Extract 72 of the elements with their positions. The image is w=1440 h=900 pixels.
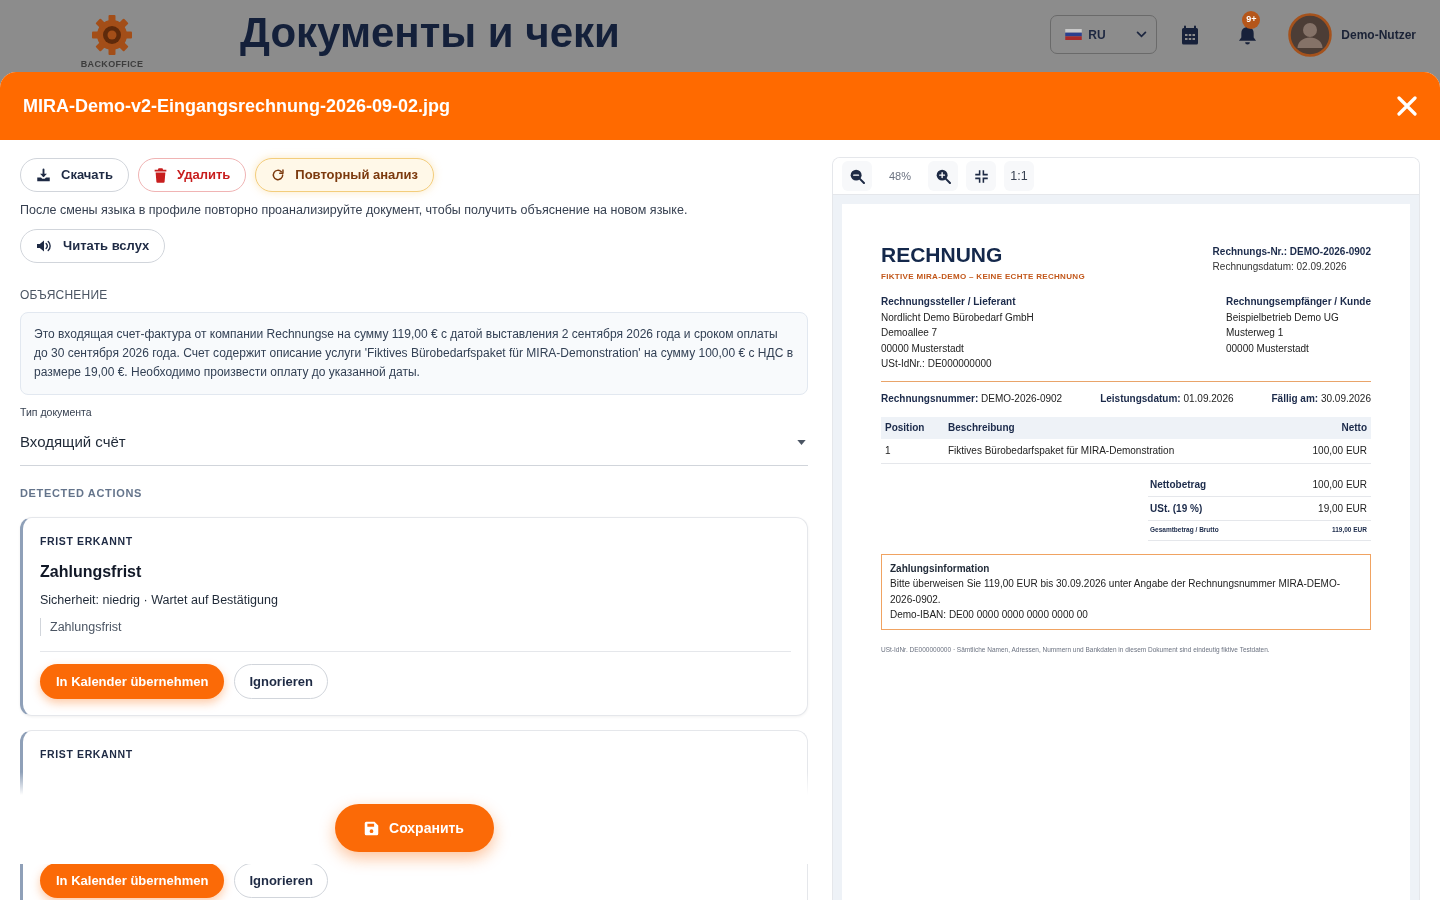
download-button[interactable]: Скачать	[20, 158, 129, 192]
column-header: Position	[884, 421, 926, 435]
hint-text: После смены языка в профиле повторно проанализируйте документ, чтобы получить объяснение на новом языке.	[20, 202, 689, 219]
zoom-level: 48%	[888, 168, 912, 184]
read-aloud-button[interactable]: Читать вслух	[20, 229, 166, 263]
address-line: USt-IdNr.: DE000000000	[881, 357, 993, 371]
quoted-text: Zahlungsfrist	[40, 618, 122, 636]
ignore-button[interactable]: Ignorieren	[234, 863, 328, 898]
zoom-in-icon	[935, 168, 951, 184]
address-line: Demoallee 7	[881, 326, 939, 340]
invoice-detail: Rechnungsnummer: DEMO-2026-0902	[881, 391, 1063, 406]
page-title: Документы и чеки	[240, 9, 620, 57]
column-header: Beschreibung	[948, 421, 1016, 435]
table-cell-text: 1	[884, 444, 892, 458]
total-value: 19,00 EUR	[1318, 501, 1368, 516]
user-name: Demo-Nutzer	[1341, 26, 1416, 44]
refresh-icon	[271, 168, 286, 182]
party-heading: Rechnungssteller / Lieferant	[881, 295, 1017, 309]
gear-logo-icon[interactable]	[90, 13, 134, 57]
invoice-number: Rechnungs-Nr.: DEMO-2026-0902	[1212, 245, 1371, 259]
document-type-select[interactable]: Входящий счёт	[20, 423, 808, 466]
address-line: Nordlicht Demo Bürobedarf GmbH	[881, 310, 1034, 325]
payment-text: Demo-IBAN: DE00 0000 0000 0000 0000 00	[890, 608, 1089, 622]
payment-heading: Zahlungsinformation	[890, 561, 991, 576]
trash-icon	[153, 167, 167, 183]
calendar-icon[interactable]	[1180, 24, 1201, 45]
section-heading: DETECTED ACTIONS	[20, 486, 143, 500]
ignore-button[interactable]: Ignorieren	[234, 664, 328, 699]
invoice-subtitle: FIKTIVE MIRA-DEMO – KEINE ECHTE RECHNUNG	[881, 272, 1085, 282]
card-meta: Sicherheit: niedrig · Wartet auf Bestätigung	[40, 592, 279, 608]
invoice-detail: Fällig am: 30.09.2026	[1271, 391, 1371, 406]
caret-icon	[797, 440, 806, 445]
section-heading: ОБЪЯСНЕНИЕ	[20, 287, 109, 303]
table-cell-text: 100,00 EUR	[1312, 444, 1368, 458]
zoom-out-icon	[849, 168, 865, 184]
invoice-title: RECHNUNG	[881, 244, 1004, 266]
card-label: FRIST ERKANNT	[40, 747, 134, 761]
party-heading: Rechnungsempfänger / Kunde	[1226, 295, 1371, 309]
save-icon	[364, 820, 379, 836]
payment-text: Bitte überweisen Sie 119,00 EUR bis 30.09.2026 unter Angabe der Rechnungsnummer MIRA-DEMO-2026-0902.	[890, 577, 1342, 607]
language-select[interactable]: RU	[1050, 15, 1158, 54]
fit-button[interactable]	[966, 161, 996, 191]
address-line: 00000 Musterstadt	[881, 341, 965, 356]
logo-text: BACKOFFICE	[80, 59, 144, 70]
card-label: FRIST ERKANNT	[40, 534, 134, 548]
invoice-date: Rechnungsdatum: 02.09.2026	[1212, 260, 1348, 274]
delete-button[interactable]: Удалить	[137, 158, 247, 192]
column-header: Netto	[1341, 421, 1368, 435]
speaker-icon	[36, 239, 52, 253]
address-line: 00000 Musterstadt	[1226, 341, 1310, 356]
chevron-icon	[1136, 31, 1148, 38]
field-label: Тип документа	[20, 405, 93, 419]
close-icon[interactable]	[1397, 96, 1417, 116]
zoom-in-button[interactable]	[928, 161, 958, 191]
actual-size-button[interactable]: 1:1	[1004, 161, 1034, 191]
avatar-icon[interactable]	[1288, 12, 1333, 57]
reanalyze-button[interactable]: Повторный анализ	[255, 158, 435, 192]
flag-icon	[1065, 29, 1083, 40]
total-label: Nettobetrag	[1149, 477, 1207, 492]
notification-badge: 9+	[1242, 10, 1261, 29]
zoom-out-button[interactable]	[842, 161, 872, 191]
compress-icon	[973, 168, 989, 184]
explanation-text: Это входящая счет-фактура от компании Rechnungse на сумму 119,00 € с датой выставления 2 сентября 2026 года и сроком оплаты до 30 сентября 2026 года. Счет содержит описание услуги 'Fiktives Bürobedarfspaket für MIRA-Demonstration' на сумму 100,00 € с НДС в размере 19,00 €. Необходимо произвести оплату до указанной даты.	[20, 312, 808, 395]
total-value: 100,00 EUR	[1312, 477, 1368, 492]
card-title: Zahlungsfrist	[40, 562, 143, 582]
download-icon	[36, 168, 51, 182]
modal-title: MIRA-Demo-v2-Eingangsrechnung-2026-09-02.jpg	[23, 94, 451, 118]
total-label: USt. (19 %)	[1149, 501, 1203, 516]
table-cell-text: Fiktives Bürobedarfspaket für MIRA-Demonstration	[948, 444, 1176, 458]
address-line: Musterweg 1	[1226, 326, 1285, 340]
address-line: Beispielbetrieb Demo UG	[1226, 310, 1340, 325]
invoice-detail: Leistungsdatum: 01.09.2026	[1100, 391, 1234, 406]
